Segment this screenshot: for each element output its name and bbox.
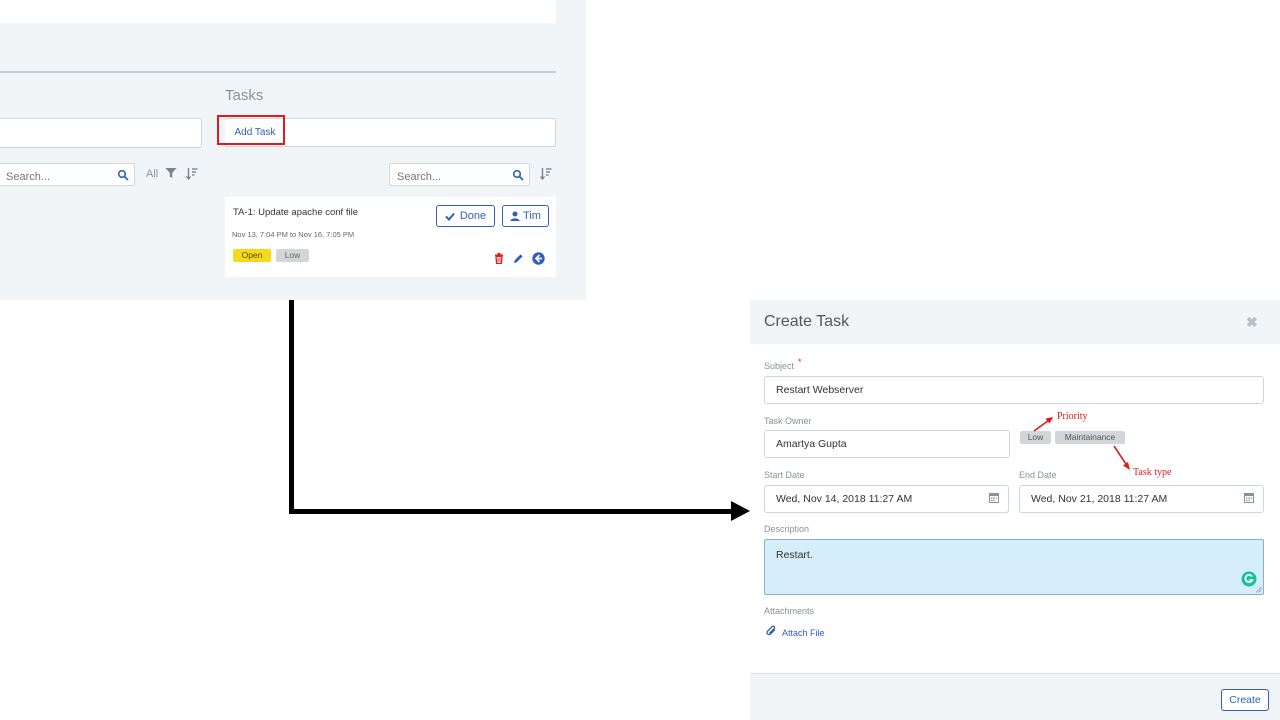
attach-file-link[interactable]: Attach File [782,628,825,638]
priority-annotation: Priority [1057,411,1088,422]
end-date-input[interactable]: Wed, Nov 21, 2018 11:27 AM [1019,485,1264,513]
left-search-input[interactable] [0,163,135,186]
modal-footer [750,674,1280,720]
subject-label: Subject [764,361,795,371]
filter-all-label[interactable]: All [146,168,158,180]
description-textarea[interactable]: Restart. [764,539,1264,595]
done-button[interactable]: Done [436,205,495,227]
trash-icon[interactable] [494,253,504,264]
status-badge: Open [233,249,271,262]
calendar-icon[interactable] [989,492,999,503]
add-task-highlight-box [217,115,285,145]
task-owner-label: Task Owner [764,416,812,426]
subject-input[interactable]: Restart Webserver [764,376,1264,404]
connector-arrow-vertical [289,300,294,514]
close-icon[interactable]: ✖ [1246,314,1258,331]
search-icon[interactable] [117,169,129,181]
edit-icon[interactable] [513,253,524,264]
search-icon[interactable] [512,169,524,181]
sort-icon[interactable] [540,167,552,180]
connector-arrow-head [731,501,750,521]
resize-handle-icon[interactable] [1255,586,1262,593]
task-title[interactable]: TA-1: Update apache conf file [233,207,358,218]
right-search-input[interactable] [389,163,530,186]
required-marker: * [798,357,802,367]
paperclip-icon[interactable] [766,625,777,637]
connector-arrow-horizontal [289,509,734,514]
sort-icon[interactable] [186,167,198,180]
priority-badge: Low [276,249,309,262]
create-button[interactable]: Create [1221,689,1269,711]
section-divider [0,71,556,73]
attachments-label: Attachments [764,606,815,616]
calendar-icon[interactable] [1244,492,1254,503]
done-button-label: Done [459,210,487,222]
task-dates: Nov 13, 7:04 PM to Nov 16, 7:05 PM [232,230,355,239]
left-input-bar[interactable] [0,118,202,148]
panel-top-strip [0,0,556,23]
check-icon [445,212,455,221]
tasks-section-title: Tasks [225,87,264,104]
task-owner-button[interactable]: Tim [502,205,549,227]
grammarly-icon[interactable] [1241,571,1257,587]
task-owner-label: Tim [523,210,541,222]
modal-title: Create Task [764,313,850,330]
start-date-input[interactable]: Wed, Nov 14, 2018 11:27 AM [764,485,1009,513]
end-date-label: End Date [1019,470,1057,480]
task-owner-input[interactable]: Amartya Gupta [764,430,1010,458]
start-date-label: Start Date [764,470,805,480]
user-icon [510,211,520,221]
task-type-annotation: Task type [1133,467,1172,478]
filter-icon[interactable] [165,167,177,179]
arrow-left-circle-icon[interactable] [532,252,545,265]
description-label: Description [764,524,810,534]
